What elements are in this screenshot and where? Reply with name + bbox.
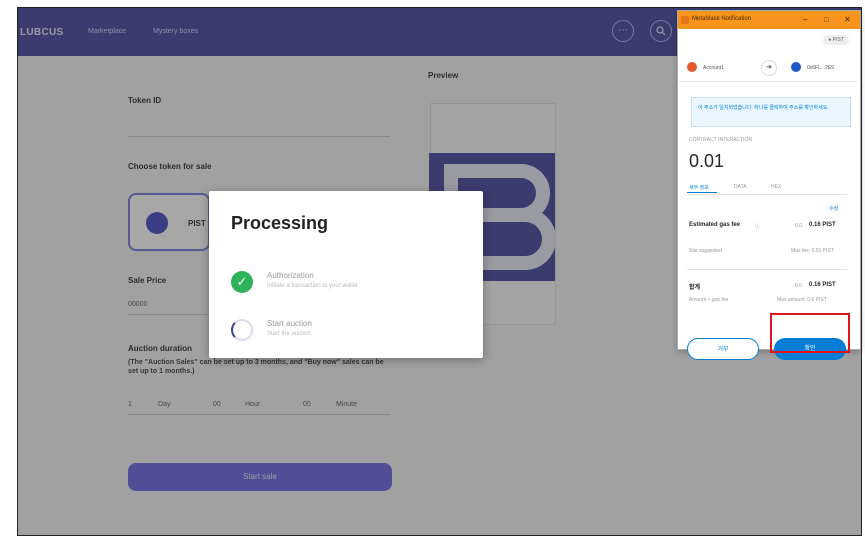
from-account-avatar <box>687 62 697 72</box>
gas-suggested: Site suggested <box>689 248 723 254</box>
reject-button[interactable]: 거부 <box>687 338 759 360</box>
metamask-content: ● PIST Account1 ➜ 0x6FL...2E9 이 주소가 일치되었… <box>679 29 857 360</box>
close-icon[interactable]: ✕ <box>844 15 851 24</box>
tabs-divider <box>687 194 847 195</box>
network-badge[interactable]: ● PIST <box>823 35 849 45</box>
address-notice-text: 이 주소가 일치되었습니다. 하나를 클릭하여 주소를 확인하세요. <box>698 105 829 111</box>
dialog-title: Processing <box>231 213 329 233</box>
info-icon[interactable]: ⓘ <box>755 223 760 230</box>
tab-details[interactable]: 세부 정보 <box>689 184 709 191</box>
confirm-highlight-box <box>770 313 850 353</box>
processing-dialog: Processing ✓ Authorization Initiate a tr… <box>209 191 483 358</box>
total-sub: Amount + gas fee <box>689 297 729 303</box>
total-value: 0.16 PIST <box>809 282 836 288</box>
total-label: 합계 <box>689 285 701 291</box>
contract-interaction-label: CONTRACT INTERACTION <box>689 137 752 143</box>
metamask-notification-window: MetaMask Notification – □ ✕ ● PIST Accou… <box>677 10 861 360</box>
minimize-icon[interactable]: – <box>803 15 807 24</box>
step-authorization-title: Authorization <box>267 271 314 280</box>
gas-fee-label: Estimated gas fee <box>689 222 741 228</box>
metamask-fox-icon <box>681 16 689 24</box>
gas-fee-prefix: 0.0 <box>795 223 802 229</box>
total-max-amount: Max amount: 0.6 PIST <box>777 297 827 303</box>
gas-max-fee: Max fee: 0.01 PIST <box>791 248 834 254</box>
to-account-avatar <box>791 62 801 72</box>
from-account-name: Account1 <box>703 65 724 71</box>
tab-hex[interactable]: HEX <box>771 184 781 190</box>
gas-divider <box>687 269 847 270</box>
header-divider <box>679 81 857 82</box>
metamask-titlebar: MetaMask Notification – □ ✕ <box>678 11 860 29</box>
step-start-auction-subtitle: Start the auction <box>267 331 311 337</box>
spinner-icon <box>231 319 253 341</box>
tab-data[interactable]: DATA <box>734 184 747 190</box>
active-tab-indicator <box>687 192 717 193</box>
transaction-amount: 0.01 <box>689 151 725 171</box>
step-start-auction-title: Start auction <box>267 319 312 328</box>
edit-gas-link[interactable]: 수정 <box>829 205 838 212</box>
gas-fee-value: 0.16 PIST <box>809 222 836 228</box>
arrow-right-icon: ➜ <box>761 60 777 76</box>
metamask-window-title: MetaMask Notification <box>692 16 752 22</box>
to-account-address[interactable]: 0x6FL...2E9 <box>807 65 834 71</box>
maximize-icon[interactable]: □ <box>824 15 829 24</box>
total-prefix: 0.0 <box>795 283 802 289</box>
check-icon: ✓ <box>231 271 253 293</box>
address-notice: 이 주소가 일치되었습니다. 하나를 클릭하여 주소를 확인하세요. <box>691 97 851 127</box>
step-authorization-subtitle: Initiate a transaction to your wallet <box>267 283 358 289</box>
